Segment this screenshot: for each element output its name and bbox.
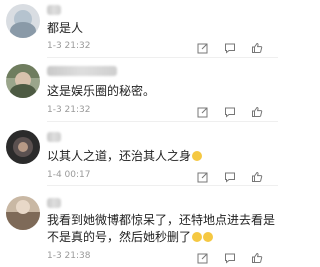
- avatar[interactable]: [6, 130, 40, 164]
- comment-text: 这是娱乐圈的秘密。: [47, 84, 156, 98]
- avatar[interactable]: [6, 4, 40, 38]
- comment-item: 都是人 1-3 21:32: [0, 0, 278, 58]
- grin-emoji-icon: [192, 151, 203, 161]
- comment-time: 1-4 00:17: [47, 170, 91, 180]
- username-blurred[interactable]: [47, 132, 61, 142]
- like-icon[interactable]: [243, 252, 270, 264]
- comment-time: 1-3 21:38: [47, 251, 91, 261]
- like-icon[interactable]: [243, 42, 270, 54]
- like-icon[interactable]: [243, 106, 270, 118]
- username-blurred[interactable]: [47, 198, 61, 208]
- share-icon[interactable]: [189, 42, 216, 54]
- avatar[interactable]: [6, 196, 40, 230]
- laugh-emoji-icon: [203, 232, 214, 242]
- comment-icon[interactable]: [216, 252, 243, 264]
- comment-item: 我看到她微博都惊呆了，还特地点进去看是 不是真的号，然后她秒删了 1-3 21:…: [0, 186, 278, 267]
- comment-time: 1-3 21:32: [47, 41, 91, 51]
- comment-item: 这是娱乐圈的秘密。 1-3 21:32: [0, 58, 278, 122]
- like-icon[interactable]: [243, 171, 270, 183]
- comment-icon[interactable]: [216, 106, 243, 118]
- share-icon[interactable]: [189, 171, 216, 183]
- comment-text: 都是人: [47, 21, 84, 35]
- comment-icon[interactable]: [216, 42, 243, 54]
- share-icon[interactable]: [189, 106, 216, 118]
- comment-item: 以其人之道，还治其人之身 1-4 00:17: [0, 122, 278, 186]
- username-blurred[interactable]: [47, 5, 61, 15]
- username-blurred[interactable]: [47, 66, 117, 76]
- comment-icon[interactable]: [216, 171, 243, 183]
- comment-text: 以其人之道，还治其人之身: [47, 148, 268, 165]
- avatar[interactable]: [6, 64, 40, 98]
- laugh-emoji-icon: [192, 232, 203, 242]
- share-icon[interactable]: [189, 252, 216, 264]
- comment-time: 1-3 21:32: [47, 105, 91, 115]
- comment-text: 我看到她微博都惊呆了，还特地点进去看是 不是真的号，然后她秒删了: [47, 213, 276, 244]
